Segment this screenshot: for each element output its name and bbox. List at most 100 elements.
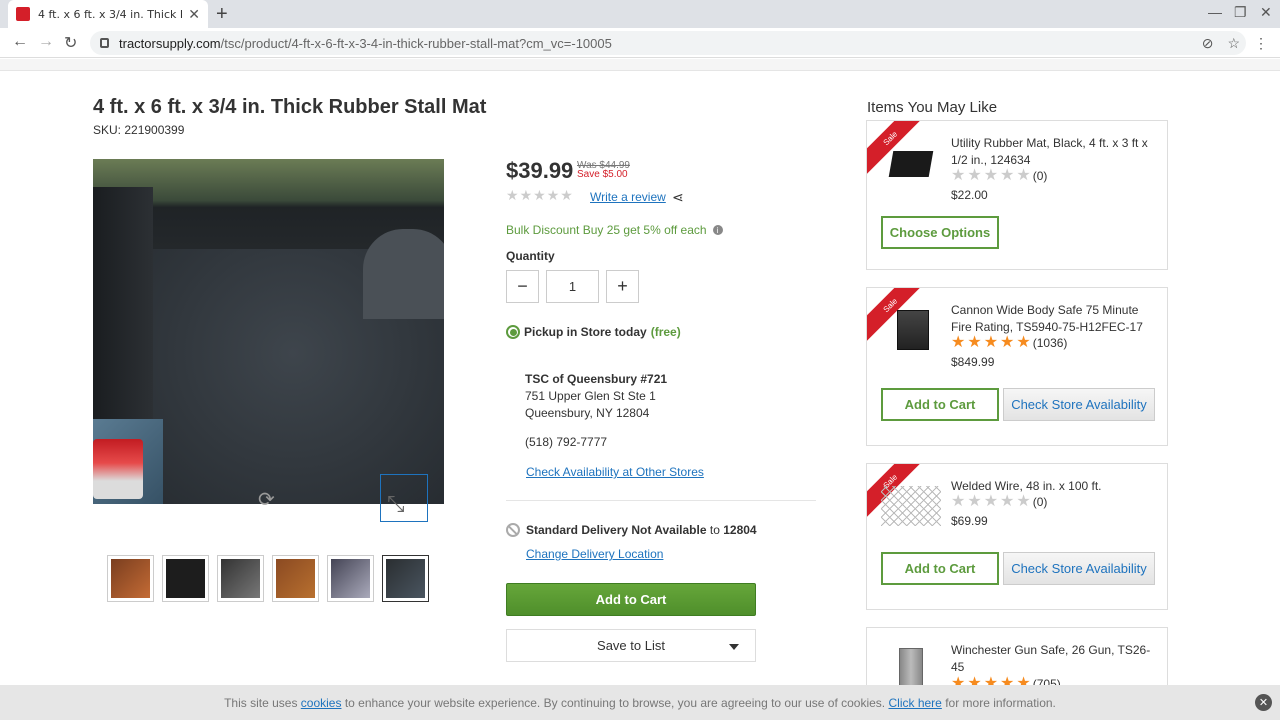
star-icon: ★: [1016, 167, 1031, 184]
recommendations-title: Items You May Like: [867, 99, 998, 116]
change-delivery-location-link[interactable]: Change Delivery Location: [526, 547, 663, 561]
address-bar[interactable]: tractorsupply.com/tsc/product/4-ft-x-6-f…: [90, 31, 1246, 55]
close-window-icon[interactable]: ✕: [1260, 4, 1272, 21]
store-name: TSC of Queensbury #721: [525, 372, 668, 386]
close-icon[interactable]: ✕: [1255, 694, 1272, 711]
rubber-mat-image[interactable]: [888, 151, 934, 177]
pickup-label: Pickup in Store today: [524, 325, 647, 339]
thumbnail-strip: [107, 555, 429, 602]
rotate-360-icon[interactable]: ⟳: [258, 487, 275, 512]
tab-bar: 4 ft. x 6 ft. x 3/4 in. Thick Rubber ✕ +…: [0, 0, 1280, 28]
pickup-radio[interactable]: [506, 325, 520, 339]
check-store-availability-button[interactable]: Check Store Availability: [1003, 552, 1155, 585]
write-review-link[interactable]: Write a review: [590, 190, 666, 204]
tab-title: 4 ft. x 6 ft. x 3/4 in. Thick Rubber: [38, 7, 182, 21]
product-price: $39.99: [506, 158, 574, 183]
product-rating: ★ ★ ★ ★ ★: [506, 187, 573, 203]
bulk-discount-text: Bulk Discount Buy 25 get 5% off each: [506, 223, 707, 237]
item-name[interactable]: Utility Rubber Mat, Black, 4 ft. x 3 ft …: [951, 135, 1151, 169]
thumbnail-5[interactable]: [327, 555, 374, 602]
check-store-availability-button[interactable]: Check Store Availability: [1003, 388, 1155, 421]
menu-kebab-icon[interactable]: ⋮: [1254, 35, 1268, 52]
store-address-line1: 751 Upper Glen St Ste 1: [525, 389, 656, 403]
safe-image[interactable]: [897, 310, 929, 350]
minimize-icon[interactable]: —: [1208, 4, 1222, 20]
click-here-link[interactable]: Click here: [888, 696, 941, 710]
quantity-decrease-button[interactable]: −: [506, 270, 539, 303]
star-icon: ★: [560, 187, 573, 203]
item-rating: ★ ★ ★ ★ ★ (1036): [951, 335, 1067, 351]
store-phone: (518) 792-7777: [525, 435, 608, 449]
add-to-cart-button[interactable]: Add to Cart: [506, 583, 756, 616]
thumbnail-6[interactable]: [382, 555, 429, 602]
product-title: 4 ft. x 6 ft. x 3/4 in. Thick Rubber Sta…: [93, 96, 487, 118]
bookmark-star-icon[interactable]: ☆: [1227, 35, 1240, 52]
star-icon: ★: [967, 167, 982, 184]
product-main-image[interactable]: [93, 159, 444, 504]
star-icon: ★: [519, 187, 533, 203]
recommendation-card: Sale Welded Wire, 48 in. x 100 ft. ★ ★ ★ ★ ★…: [866, 463, 1168, 610]
quantity-input[interactable]: 1: [546, 270, 599, 303]
add-to-cart-button[interactable]: Add to Cart: [881, 552, 999, 585]
info-icon[interactable]: i: [712, 225, 723, 235]
thumbnail-1[interactable]: [107, 555, 154, 602]
delivery-to: to: [709, 523, 720, 537]
star-icon: ★: [967, 334, 982, 351]
star-icon: ★: [533, 187, 546, 203]
zoom-icon[interactable]: ⤡: [380, 474, 428, 522]
forward-icon[interactable]: →: [38, 33, 54, 51]
welded-wire-image[interactable]: [881, 486, 941, 526]
reload-icon[interactable]: ↻: [64, 33, 77, 53]
product-sku: SKU: 221900399: [93, 123, 185, 137]
new-tab-icon[interactable]: +: [216, 3, 228, 26]
delivery-label: Standard Delivery Not Available: [526, 523, 707, 537]
recommendation-card: Sale Utility Rubber Mat, Black, 4 ft. x …: [866, 120, 1168, 270]
pickup-option[interactable]: Pickup in Store today (free): [506, 325, 681, 339]
thumbnail-3[interactable]: [217, 555, 264, 602]
tab-close-icon[interactable]: ✕: [188, 6, 200, 23]
thumbnail-4[interactable]: [272, 555, 319, 602]
url-domain: tractorsupply.com: [119, 35, 221, 51]
back-icon[interactable]: ←: [12, 33, 28, 51]
restore-icon[interactable]: ❐: [1234, 4, 1247, 21]
star-icon: ★: [1000, 167, 1015, 184]
cookies-link[interactable]: cookies: [301, 696, 342, 710]
item-review-count: (0): [1032, 495, 1048, 509]
star-icon: ★: [1016, 334, 1031, 351]
cookie-blocked-icon[interactable]: ⊘: [1202, 35, 1214, 52]
item-name[interactable]: Winchester Gun Safe, 26 Gun, TS26-45: [951, 642, 1151, 676]
cookie-banner: This site uses cookies to enhance your w…: [0, 685, 1280, 720]
divider: [506, 500, 816, 501]
choose-options-button[interactable]: Choose Options: [881, 216, 999, 249]
check-other-stores-link[interactable]: Check Availability at Other Stores: [526, 465, 704, 479]
star-icon: ★: [983, 167, 999, 184]
item-name[interactable]: Cannon Wide Body Safe 75 Minute Fire Rat…: [951, 302, 1151, 336]
site-header-strip: [0, 59, 1280, 71]
bulk-discount: Bulk Discount Buy 25 get 5% off each i: [506, 223, 723, 237]
quantity-label: Quantity: [506, 249, 555, 263]
store-address-line2: Queensbury, NY 12804: [525, 406, 650, 420]
store-info: TSC of Queensbury #721 751 Upper Glen St…: [525, 371, 667, 422]
item-review-count: (0): [1032, 169, 1048, 183]
quantity-increase-button[interactable]: +: [606, 270, 639, 303]
share-icon[interactable]: ⋖: [672, 189, 684, 206]
browser-toolbar: ← → ↻ tractorsupply.com/tsc/product/4-ft…: [0, 28, 1280, 58]
add-to-cart-button[interactable]: Add to Cart: [881, 388, 999, 421]
item-price: $69.99: [951, 514, 988, 528]
save-to-list-label: Save to List: [597, 638, 665, 653]
item-review-count: (1036): [1032, 336, 1068, 350]
star-icon: ★: [983, 334, 999, 351]
cookie-text-middle: to enhance your website experience. By c…: [344, 695, 886, 710]
url-path: /tsc/product/4-ft-x-6-ft-x-3-4-in-thick-…: [220, 35, 612, 51]
save-to-list-dropdown[interactable]: Save to List: [506, 629, 756, 662]
thumbnail-2[interactable]: [162, 555, 209, 602]
star-icon: ★: [983, 493, 999, 510]
unavailable-icon: [506, 523, 520, 537]
item-rating: ★ ★ ★ ★ ★ (0): [951, 168, 1047, 184]
browser-tab[interactable]: 4 ft. x 6 ft. x 3/4 in. Thick Rubber ✕: [8, 0, 208, 28]
star-icon: ★: [506, 187, 519, 203]
star-icon: ★: [951, 167, 966, 184]
star-icon: ★: [967, 493, 982, 510]
pickup-free: (free): [650, 325, 681, 339]
delivery-option: Standard Delivery Not Available to 12804: [506, 523, 757, 537]
